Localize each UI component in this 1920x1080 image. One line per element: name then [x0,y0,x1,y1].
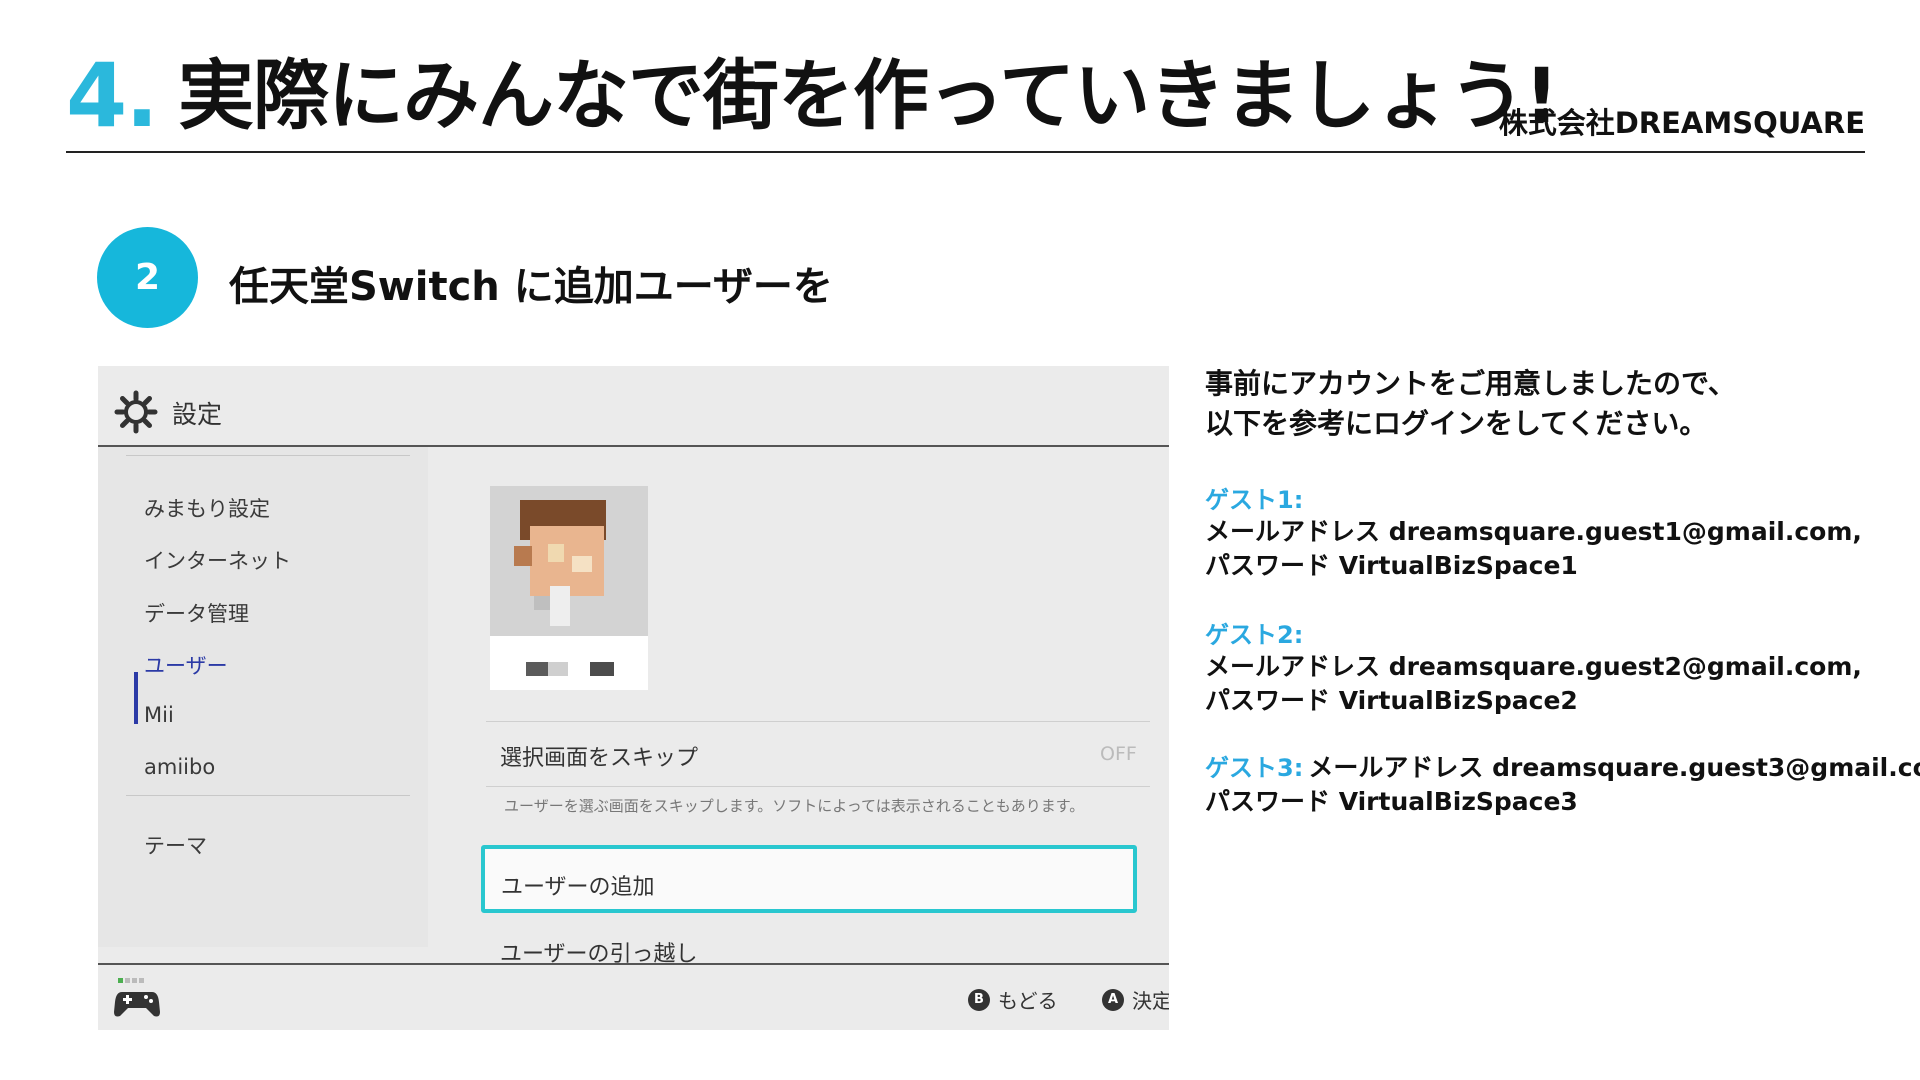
guest-2-email: メールアドレス dreamsquare.guest2@gmail.com, [1205,652,1862,681]
settings-header: 設定 [98,366,1169,445]
a-button-icon: A [1102,988,1124,1011]
guest-3-block: ゲスト3: メールアドレス dreamsquare.guest3@gmail.c… [1205,748,1920,819]
sidebar-item-amiibo[interactable]: amiibo [144,755,215,779]
user-avatar[interactable] [490,486,648,690]
sidebar-item-mii[interactable]: Mii [144,703,174,727]
footer-rule [98,963,1169,965]
intro-line-1: 事前にアカウントをご用意しましたので、 [1205,367,1736,400]
back-button[interactable]: B もどる [968,985,1058,1014]
intro-line-2: 以下を参考にログインをしてください。 [1205,407,1708,440]
sidebar-item-theme[interactable]: テーマ [144,830,207,860]
skip-selection-description: ユーザーを選ぶ画面をスキップします。ソフトによっては表示されることもあります。 [504,797,1085,815]
step-number-badge: 2 [97,227,198,328]
company-name: 株式会社DREAMSQUARE [1498,106,1865,140]
add-user-option[interactable]: ユーザーの追加 [481,845,1137,913]
guest-2-block: ゲスト2: メールアドレス dreamsquare.guest2@gmail.c… [1205,615,1905,718]
settings-title: 設定 [172,400,223,429]
ok-label: 決定 [1132,989,1169,1013]
step-number: 2 [134,257,161,298]
login-info-panel: 事前にアカウントをご用意しましたので、 以下を参考にログインをしてください。 ゲ… [1205,364,1920,819]
gear-icon [114,390,158,434]
page-title: 実際にみんなで街を作っていきましょう! [178,51,1559,140]
add-user-label: ユーザーの追加 [501,875,655,900]
step-heading: 任天堂Switch に追加ユーザーを [229,264,833,310]
guest-1-password: パスワード VirtualBizSpace1 [1205,551,1578,580]
guest-3-email: メールアドレス dreamsquare.guest3@gmail.com, [1308,753,1920,782]
header-divider [66,151,1865,153]
b-button-icon: B [968,988,990,1011]
controller-icon [114,978,160,1017]
guest-1-email: メールアドレス dreamsquare.guest1@gmail.com, [1205,517,1862,546]
skip-selection-state: OFF [1100,743,1137,765]
option-divider [486,786,1150,787]
skip-selection-option[interactable]: 選択画面をスキップ [500,740,698,772]
settings-sidebar: みまもり設定 インターネット データ管理 ユーザー Mii amiibo テーマ [98,447,428,947]
guest-1-label: ゲスト1: [1205,486,1304,514]
guest-3-label: ゲスト3: [1205,754,1304,782]
guest-1-block: ゲスト1: メールアドレス dreamsquare.guest1@gmail.c… [1205,480,1905,583]
guest-2-label: ゲスト2: [1205,621,1304,649]
ok-button[interactable]: A 決定 [1102,985,1169,1014]
guest-3-password: パスワード VirtualBizSpace3 [1205,787,1578,816]
option-divider [486,721,1150,722]
section-number: 4. [66,44,159,147]
sidebar-item-internet[interactable]: インターネット [144,545,291,575]
guest-2-password: パスワード VirtualBizSpace2 [1205,686,1578,715]
sidebar-item-data-management[interactable]: データ管理 [144,598,249,628]
sidebar-item-users[interactable]: ユーザー [144,650,228,680]
sidebar-divider [126,795,410,796]
back-label: もどる [998,989,1058,1013]
active-item-marker [134,672,138,724]
switch-settings-screenshot: 設定 みまもり設定 インターネット データ管理 ユーザー Mii amiibo … [98,366,1169,1030]
sidebar-item-parental-control[interactable]: みまもり設定 [144,493,270,523]
sidebar-divider [126,455,410,456]
